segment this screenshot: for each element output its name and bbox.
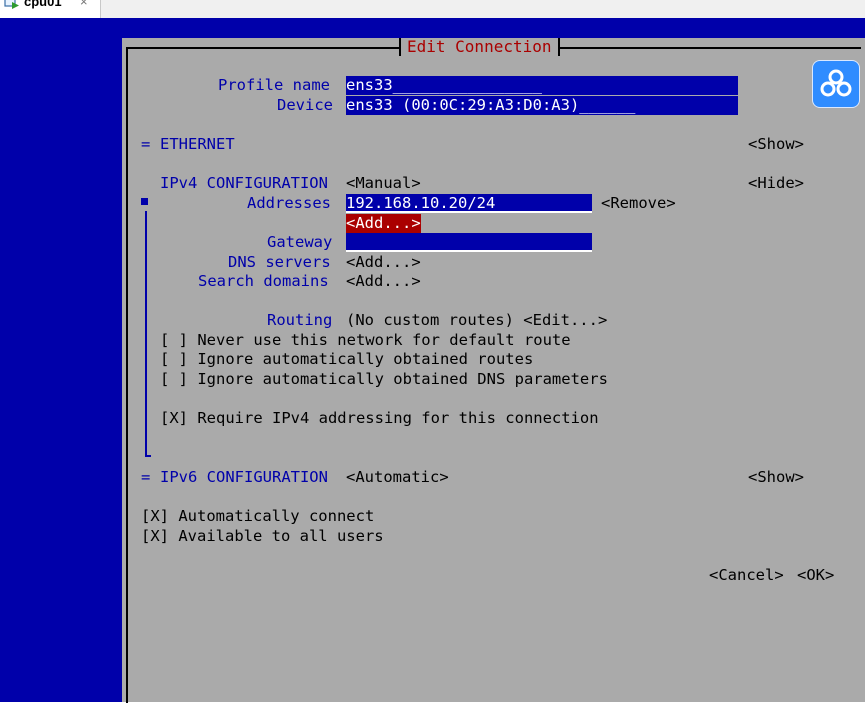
cloud-app-button[interactable] xyxy=(812,60,860,108)
auto-connect-checkbox[interactable]: [X] Automatically connect xyxy=(141,507,374,526)
cancel-button[interactable]: <Cancel> xyxy=(709,566,784,585)
require-ipv4-checkbox[interactable]: [X] Require IPv4 addressing for this con… xyxy=(160,409,599,428)
dialog-title: Edit Connection xyxy=(399,38,560,56)
device-label: Device xyxy=(277,96,333,114)
ignore-routes-checkbox[interactable]: [ ] Ignore automatically obtained routes xyxy=(160,350,533,369)
ignore-dns-checkbox[interactable]: [ ] Ignore automatically obtained DNS pa… xyxy=(160,370,608,389)
search-domains-label: Search domains xyxy=(198,272,329,290)
all-users-checkbox[interactable]: [X] Available to all users xyxy=(141,527,384,546)
never-default-route-checkbox[interactable]: [ ] Never use this network for default r… xyxy=(160,331,571,350)
ethernet-marker: = xyxy=(141,135,151,153)
vm-console-icon xyxy=(4,0,20,10)
ipv4-hide-button[interactable]: <Hide> xyxy=(748,174,804,193)
ipv4-expanded-marker xyxy=(141,198,148,205)
host-tab-title: cpu01 xyxy=(24,0,62,9)
ipv6-mode-dropdown[interactable]: <Automatic> xyxy=(346,468,449,487)
close-icon[interactable]: × xyxy=(80,0,88,9)
add-dns-button[interactable]: <Add...> xyxy=(346,253,421,272)
add-address-button[interactable]: <Add...> xyxy=(346,214,421,233)
address-field[interactable]: 192.168.10.20/24________ xyxy=(346,194,592,213)
ethernet-show-button[interactable]: <Show> xyxy=(748,135,804,154)
profile-name-field[interactable]: ens33________________ xyxy=(346,76,738,95)
ipv4-group-line xyxy=(145,211,147,457)
addresses-label: Addresses xyxy=(247,194,331,212)
gateway-label: Gateway xyxy=(267,233,333,251)
host-tabstrip: cpu01 × xyxy=(0,0,865,18)
gateway-field[interactable] xyxy=(346,233,592,252)
ipv4-section-label: IPv4 CONFIGURATION xyxy=(160,174,328,192)
ipv6-section-label: IPv6 CONFIGURATION xyxy=(160,468,328,486)
ok-button[interactable]: <OK> xyxy=(797,566,834,585)
ipv4-group-line-end xyxy=(145,455,151,457)
ipv6-show-button[interactable]: <Show> xyxy=(748,468,804,487)
add-search-domain-button[interactable]: <Add...> xyxy=(346,272,421,291)
routing-edit-button[interactable]: (No custom routes) <Edit...> xyxy=(346,311,607,330)
cloud-app-icon xyxy=(820,69,852,97)
host-tab-cpu01[interactable]: cpu01 × xyxy=(0,0,101,18)
ethernet-section-label: ETHERNET xyxy=(160,135,235,153)
routing-label: Routing xyxy=(267,311,333,329)
ipv6-marker: = xyxy=(141,468,151,486)
profile-name-label: Profile name xyxy=(218,76,330,94)
device-field[interactable]: ens33 (00:0C:29:A3:D0:A3)______ xyxy=(346,96,738,115)
dns-servers-label: DNS servers xyxy=(228,253,331,271)
ipv4-mode-dropdown[interactable]: <Manual> xyxy=(346,174,421,193)
remove-address-button[interactable]: <Remove> xyxy=(601,194,676,213)
terminal-screen: Edit Connection Profile name ens33______… xyxy=(0,18,865,703)
